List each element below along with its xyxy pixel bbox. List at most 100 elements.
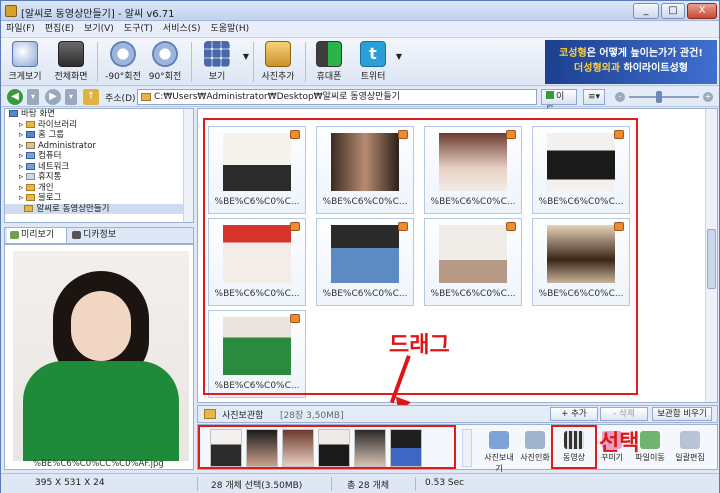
zoom-slider-track [629,96,699,98]
tree-scrollbar[interactable] [183,109,193,222]
tree-item-label: 휴지통 [37,172,62,182]
tree-item-label: 컴퓨터 [37,151,62,161]
print-photo-button[interactable]: 사진인화 [517,429,553,469]
batch-edit-icon [680,431,700,449]
fullscreen-button[interactable]: 전체화면 [49,40,93,84]
menu-tools[interactable]: 도구(T) [119,21,158,38]
close-button[interactable]: X [687,3,717,19]
magnifier-icon [12,41,38,67]
toolbar-label: 보기 [208,72,226,82]
preview-tab-icon [10,231,19,239]
tree-item-label: 개인 [37,182,54,193]
back-button[interactable]: ◀ [7,89,23,105]
toolbar-label: 사진추가 [261,72,295,82]
menu-help[interactable]: 도움말(H) [205,21,254,38]
drag-annotation: 드래그 [389,333,450,358]
tree-item[interactable]: ▹ 개인 [5,183,193,194]
rotate-left-button[interactable]: -90°회전 [101,40,145,84]
rotate-left-icon [110,41,136,67]
rotate-right-button[interactable]: 90°회전 [143,40,187,84]
folder-icon [25,183,35,191]
photobox-count: [28장 3,50MB] [280,411,344,421]
menu-bar: 파일(F) 편집(E) 보기(V) 도구(T) 서비스(S) 도움말(H) [1,21,719,38]
tree-item[interactable]: ▹ 홈 그룹 [5,130,193,141]
zoom-out-button[interactable]: - [615,92,625,102]
status-time: 0.53 Sec [425,478,465,488]
app-window: [알씨로 동영상만들기] - 알씨 v6.71 _ □ X 파일(F) 편집(E)… [0,0,720,493]
zoom-view-button[interactable]: 크게보기 [3,40,47,84]
tree-item[interactable]: ▹ 네트워크 [5,162,193,173]
tree-item[interactable]: ▹ 라이브러리 [5,120,193,131]
zoom-slider-handle[interactable] [656,91,662,103]
status-divider [331,477,332,491]
tree-item[interactable]: ▹ 블로그 [5,193,193,204]
go-button[interactable]: 이동 [541,89,577,116]
tree-item[interactable]: ▹ 컴퓨터 [5,151,193,162]
zoom-in-button[interactable]: + [703,92,713,102]
ad-highlight-1: 코성형 [559,48,587,59]
photo-add-button[interactable]: 사진추가 [255,40,301,84]
go-arrow-icon [546,91,554,99]
grid-scrollbar-thumb[interactable] [707,229,716,289]
forward-dropdown[interactable]: ▾ [65,89,77,105]
photobox-add-button[interactable]: + 추가 [550,407,598,421]
photobox-empty-button[interactable]: 보관함 비우기 [652,407,712,421]
menu-view[interactable]: 보기(V) [79,21,119,38]
grid-scrollbar[interactable] [705,109,717,402]
send-photo-button[interactable]: 사진보내기 [481,429,517,473]
maximize-button[interactable]: □ [661,3,685,19]
photobox-delete-button[interactable]: - 삭제 [600,407,648,421]
menu-service[interactable]: 서비스(S) [158,21,206,38]
menu-file[interactable]: 파일(F) [1,21,40,38]
tree-item-label: 바탕 화면 [21,109,55,119]
folder-icon [25,194,35,201]
camera-icon [72,231,81,239]
batch-edit-button[interactable]: 일괄편집 [672,429,708,469]
forward-button[interactable]: ▶ [45,89,61,105]
tree-item[interactable]: ▹ Administrator [5,141,193,152]
tab-camera-info[interactable]: 디카정보 [69,228,129,243]
user-folder-icon [25,141,35,149]
preview-caption: %BE%C6%C0%CC%C0%AF.jpg [33,459,164,469]
preview-photo [13,251,189,461]
address-bar: ◀ ▾ ▶ ▾ ↑ 주소(D) C:₩Users₩Administrator₩D… [1,87,719,116]
toolbar-separator [253,42,254,82]
photobox-highlight-box [198,425,456,469]
folder-tree: 바탕 화면 ▹ 라이브러리 ▹ 홈 그룹 ▹ Administrator ▹ 컴… [4,108,194,223]
up-folder-icon[interactable]: ↑ [83,89,99,105]
tree-item-label: 홈 그룹 [37,130,65,140]
twitter-button[interactable]: t 트위터 [351,40,395,84]
view-grid-icon [204,41,230,67]
desktop-icon [9,110,18,117]
tab-camera-info-label: 디카정보 [83,230,117,240]
folder-icon [141,93,151,101]
select-annotation: 선택 [599,431,640,456]
photobox-icon [204,409,216,419]
toolbar-label: 휴대폰 [316,72,342,82]
back-dropdown[interactable]: ▾ [27,89,39,105]
tree-item-label: 네트워크 [37,161,70,172]
view-mode-button[interactable]: ≡▾ [583,89,605,105]
phone-button[interactable]: 휴대폰 [307,40,351,84]
photobox-scrollbar[interactable] [462,429,472,467]
action-label: 파일이동 [635,453,665,462]
tab-preview[interactable]: 미리보기 [7,228,67,243]
address-input[interactable]: C:₩Users₩Administrator₩Desktop₩알씨로 동영상만들… [137,89,537,105]
advertisement-banner[interactable]: 코성형은 어떻게 높이는가가 관건! 더성형외과 하이라이트성형 [545,40,717,84]
video-button-highlight-box [551,425,597,469]
toolbar-label: 전체화면 [54,72,88,82]
tab-preview-label: 미리보기 [21,230,55,240]
phone-export-icon [316,41,342,67]
recycle-bin-icon [25,173,35,180]
toolbar-label: 90°회전 [148,72,182,82]
view-button[interactable]: 보기 [195,40,239,84]
fullscreen-icon [58,41,84,67]
tree-item-selected[interactable]: 알씨로 동영상만들기 [5,203,193,214]
minimize-button[interactable]: _ [633,3,659,19]
tree-item[interactable]: 바탕 화면 [5,109,193,120]
status-divider [415,477,416,491]
tree-item[interactable]: ▹ 휴지통 [5,172,193,183]
menu-edit[interactable]: 편집(E) [40,21,79,38]
tree-item-label: Administrator [37,140,96,151]
folder-icon [24,204,34,212]
